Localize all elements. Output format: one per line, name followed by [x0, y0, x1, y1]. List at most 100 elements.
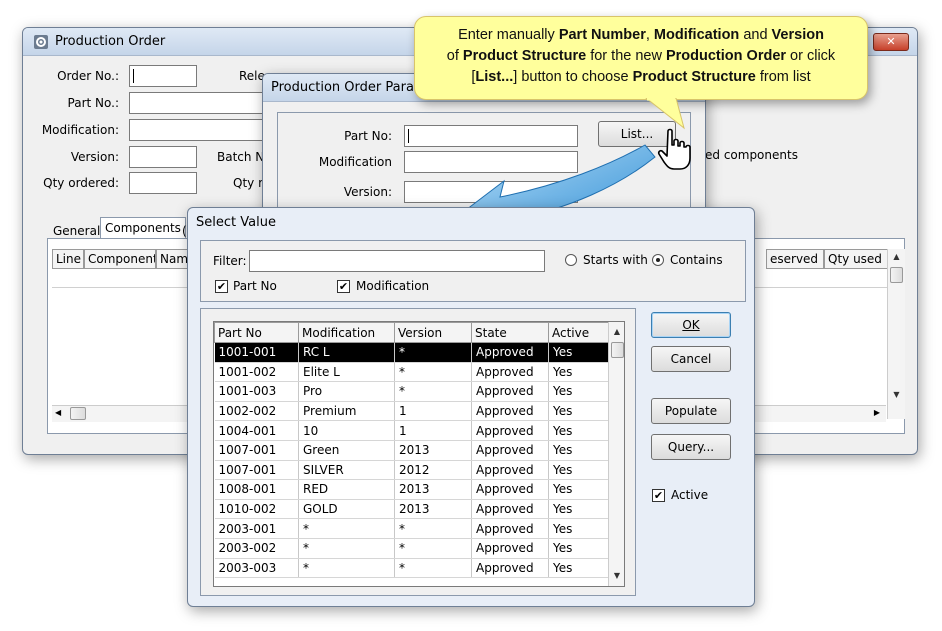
- cancel-button[interactable]: Cancel: [651, 346, 731, 372]
- reserved-components-label: ed components: [705, 148, 798, 162]
- cell-active: Yes: [548, 538, 610, 559]
- part-no-input[interactable]: [129, 92, 269, 114]
- production-order-title: Production Order: [55, 34, 166, 49]
- cell-active: Yes: [548, 479, 610, 500]
- cell-state: Approved: [471, 538, 549, 559]
- instruction-callout: Enter manually Part Number, Modification…: [414, 16, 868, 100]
- ok-button[interactable]: OK: [651, 312, 731, 338]
- callout-text: ] button to choose: [513, 69, 633, 85]
- column-header-modification[interactable]: Modification: [298, 322, 395, 343]
- table-row[interactable]: 1002-002 Premium 1 Approved Yes: [214, 401, 610, 422]
- cell-version: 2013: [394, 499, 472, 520]
- cell-version: 1: [394, 420, 472, 441]
- filter-label: Filter:: [213, 254, 247, 268]
- callout-text: or click: [786, 48, 836, 64]
- cell-active: Yes: [548, 518, 610, 539]
- qty-ordered-input[interactable]: [129, 172, 197, 194]
- cell-state: Approved: [471, 342, 549, 363]
- close-icon[interactable]: ✕: [873, 33, 909, 51]
- table-row[interactable]: 1007-001 SILVER 2012 Approved Yes: [214, 460, 610, 481]
- cell-active: Yes: [548, 460, 610, 481]
- table-row[interactable]: 1010-002 GOLD 2013 Approved Yes: [214, 499, 610, 520]
- column-qty-used[interactable]: Qty used: [824, 249, 894, 269]
- scroll-right-arrow-icon[interactable]: ▶: [874, 408, 880, 417]
- modification-input[interactable]: [129, 119, 269, 141]
- version-input[interactable]: [129, 146, 197, 168]
- filter-input[interactable]: [249, 250, 545, 272]
- components-vertical-scrollbar[interactable]: ▲ ▼: [887, 249, 905, 419]
- tab-components[interactable]: Components: [100, 217, 186, 239]
- column-component[interactable]: Component: [84, 249, 156, 269]
- column-header-state[interactable]: State: [471, 322, 549, 343]
- cell-version: *: [394, 558, 472, 579]
- cell-modification: GOLD: [298, 499, 395, 520]
- cell-modification: *: [298, 558, 395, 579]
- cell-modification: Green: [298, 440, 395, 461]
- callout-bold: Production Order: [665, 48, 787, 64]
- cell-state: Approved: [471, 381, 549, 402]
- ok-button-label: OK: [682, 318, 700, 332]
- populate-button[interactable]: Populate: [651, 398, 731, 424]
- callout-bold: Part Number: [558, 27, 646, 43]
- table-row[interactable]: 2003-003 * * Approved Yes: [214, 558, 610, 579]
- cell-active: Yes: [548, 342, 610, 363]
- cell-version: 2013: [394, 440, 472, 461]
- part-no-checkbox[interactable]: ✔: [215, 280, 228, 293]
- column-line[interactable]: Line: [52, 249, 84, 269]
- cell-version: *: [394, 538, 472, 559]
- cell-version: *: [394, 381, 472, 402]
- table-row[interactable]: 1004-001 10 1 Approved Yes: [214, 420, 610, 441]
- table-row[interactable]: 1007-001 Green 2013 Approved Yes: [214, 440, 610, 461]
- horizontal-scroll-thumb[interactable]: [70, 407, 86, 420]
- scroll-left-arrow-icon[interactable]: ◀: [55, 408, 61, 417]
- scroll-up-arrow-icon[interactable]: ▲: [888, 249, 905, 265]
- cell-part-no: 1002-002: [214, 401, 299, 422]
- results-scroll-down-icon[interactable]: ▼: [609, 568, 624, 584]
- results-scroll-up-icon[interactable]: ▲: [609, 324, 624, 340]
- table-row[interactable]: 1001-001 RC L * Approved Yes: [214, 342, 610, 363]
- results-scroll-thumb[interactable]: [611, 342, 624, 358]
- results-vertical-scrollbar[interactable]: ▲ ▼: [608, 322, 624, 586]
- cell-part-no: 2003-002: [214, 538, 299, 559]
- table-row[interactable]: 1008-001 RED 2013 Approved Yes: [214, 479, 610, 500]
- order-no-input[interactable]: [129, 65, 197, 87]
- populate-button-label: Populate: [664, 404, 718, 418]
- results-panel: Part No Modification Version State Active 10…: [200, 308, 636, 596]
- table-row[interactable]: 1001-002 Elite L * Approved Yes: [214, 362, 610, 383]
- part-no-checkbox-label: Part No: [233, 279, 277, 293]
- cell-version: *: [394, 342, 472, 363]
- callout-text: of: [446, 48, 463, 64]
- cell-version: *: [394, 518, 472, 539]
- cell-part-no: 2003-001: [214, 518, 299, 539]
- params-dialog-title: Production Order Param: [271, 80, 427, 95]
- cell-version: *: [394, 362, 472, 383]
- contains-radio[interactable]: [652, 254, 664, 266]
- scroll-down-arrow-icon[interactable]: ▼: [888, 387, 905, 403]
- results-header-row: Part No Modification Version State Active: [214, 322, 610, 343]
- table-row[interactable]: 2003-001 * * Approved Yes: [214, 518, 610, 539]
- starts-with-label: Starts with: [583, 253, 648, 267]
- column-header-active[interactable]: Active: [548, 322, 610, 343]
- cell-modification: RED: [298, 479, 395, 500]
- cell-part-no: 1007-001: [214, 440, 299, 461]
- cell-active: Yes: [548, 558, 610, 579]
- table-row[interactable]: 2003-002 * * Approved Yes: [214, 538, 610, 559]
- cell-version: 2012: [394, 460, 472, 481]
- starts-with-radio[interactable]: [565, 254, 577, 266]
- qty-ordered-label: Qty ordered:: [43, 176, 119, 190]
- select-value-titlebar[interactable]: Select Value: [188, 208, 754, 236]
- query-button[interactable]: Query...: [651, 434, 731, 460]
- callout-text: Enter manually: [458, 27, 559, 43]
- param-part-no-label: Part No:: [344, 129, 392, 143]
- callout-bold: List...: [475, 69, 514, 85]
- column-header-part-no[interactable]: Part No: [214, 322, 299, 343]
- results-list[interactable]: Part No Modification Version State Active 10…: [213, 321, 625, 587]
- cell-state: Approved: [471, 499, 549, 520]
- modification-checkbox[interactable]: ✔: [337, 280, 350, 293]
- active-checkbox[interactable]: ✔: [652, 489, 665, 502]
- scroll-thumb[interactable]: [890, 267, 903, 283]
- table-row[interactable]: 1001-003 Pro * Approved Yes: [214, 381, 610, 402]
- column-header-version[interactable]: Version: [394, 322, 472, 343]
- column-reserved[interactable]: eserved: [766, 249, 824, 269]
- select-value-title: Select Value: [196, 215, 276, 230]
